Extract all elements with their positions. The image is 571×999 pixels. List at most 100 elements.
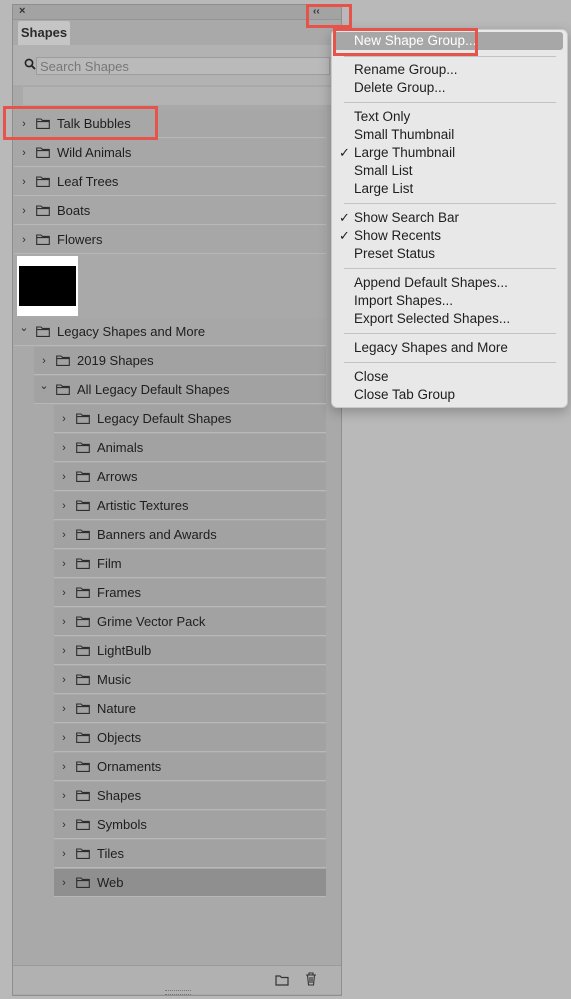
legacy-shape-group-row[interactable]: › Web: [54, 869, 326, 897]
close-icon[interactable]: ×: [19, 5, 25, 17]
menu-item-label: Rename Group...: [354, 62, 458, 77]
chevron-right-icon[interactable]: ›: [19, 168, 29, 196]
legacy-shape-group-row[interactable]: › Animals: [54, 434, 326, 462]
menu-item[interactable]: Delete Group...: [332, 79, 567, 97]
group-row[interactable]: › Boats: [14, 197, 326, 225]
menu-item-label: Small List: [354, 163, 413, 178]
chevron-right-icon[interactable]: ›: [59, 405, 69, 433]
chevron-right-icon[interactable]: ›: [59, 724, 69, 752]
legacy-shape-group-row[interactable]: › Film: [54, 550, 326, 578]
legacy-shape-group-row[interactable]: › Objects: [54, 724, 326, 752]
new-group-folder-icon[interactable]: [275, 974, 289, 986]
search-icon: [24, 58, 36, 70]
checkmark-icon: ✓: [339, 145, 350, 160]
checkmark-icon: ✓: [339, 210, 350, 225]
folder-label: Grime Vector Pack: [97, 614, 206, 629]
menu-item[interactable]: ✓ Show Recents: [332, 227, 567, 245]
folder-icon: [76, 529, 90, 540]
chevron-right-icon[interactable]: ›: [59, 695, 69, 723]
chevron-right-icon[interactable]: ›: [59, 753, 69, 781]
group-row[interactable]: › Flowers: [14, 226, 326, 254]
chevron-right-icon[interactable]: ›: [59, 521, 69, 549]
menu-item[interactable]: Import Shapes...: [332, 292, 567, 310]
legacy-shape-group-row[interactable]: › Banners and Awards: [54, 521, 326, 549]
legacy-shape-group-row[interactable]: › LightBulb: [54, 637, 326, 665]
trash-icon[interactable]: [305, 972, 317, 986]
folder-label: Nature: [97, 701, 137, 716]
legacy-shape-group-row[interactable]: › Legacy Default Shapes: [54, 405, 326, 433]
menu-item[interactable]: Preset Status: [332, 245, 567, 263]
menu-item[interactable]: ✓ Show Search Bar: [332, 209, 567, 227]
chevron-right-icon[interactable]: ›: [19, 226, 29, 254]
chevron-right-icon[interactable]: ›: [59, 637, 69, 665]
folder-label: Tiles: [97, 846, 124, 861]
chevron-right-icon[interactable]: ›: [19, 197, 29, 225]
group-row[interactable]: › Wild Animals: [14, 139, 326, 167]
folder-icon: [36, 205, 50, 216]
menu-item-label: Text Only: [354, 109, 411, 124]
subgroup-row[interactable]: ⌄ All Legacy Default Shapes: [34, 376, 326, 404]
chevron-right-icon[interactable]: ›: [59, 434, 69, 462]
shape-thumbnail[interactable]: [17, 256, 78, 316]
panel-title-bar: × ‹‹: [13, 5, 341, 20]
folder-label: Shapes: [97, 788, 142, 803]
search-input[interactable]: [36, 57, 330, 75]
chevron-right-icon[interactable]: ›: [59, 869, 69, 897]
menu-separator: [344, 56, 556, 57]
menu-item[interactable]: ✓ Large Thumbnail: [332, 144, 567, 162]
resize-grip[interactable]: [165, 990, 191, 995]
legacy-shape-group-row[interactable]: › Tiles: [54, 840, 326, 868]
legacy-shape-group-row[interactable]: › Symbols: [54, 811, 326, 839]
menu-item[interactable]: Append Default Shapes...: [332, 274, 567, 292]
folder-label: Web: [97, 875, 124, 890]
menu-item[interactable]: Small Thumbnail: [332, 126, 567, 144]
folder-icon: [76, 442, 90, 453]
menu-separator: [344, 203, 556, 204]
tab-shapes[interactable]: Shapes: [18, 21, 70, 45]
group-row[interactable]: › Leaf Trees: [14, 168, 326, 196]
legacy-shape-group-row[interactable]: › Shapes: [54, 782, 326, 810]
chevron-right-icon[interactable]: ›: [39, 347, 49, 375]
chevron-right-icon[interactable]: ›: [19, 139, 29, 167]
legacy-shape-group-row[interactable]: › Nature: [54, 695, 326, 723]
folder-icon: [76, 558, 90, 569]
chevron-right-icon[interactable]: ›: [59, 840, 69, 868]
shape-preview-black-rectangle: [19, 266, 76, 306]
chevron-down-icon[interactable]: ⌄: [19, 314, 29, 342]
legacy-shape-group-row[interactable]: › Grime Vector Pack: [54, 608, 326, 636]
chevron-right-icon[interactable]: ›: [59, 550, 69, 578]
menu-item[interactable]: Close: [332, 368, 567, 386]
subgroup-row[interactable]: › 2019 Shapes: [34, 347, 326, 375]
menu-item[interactable]: Close Tab Group: [332, 386, 567, 404]
folder-icon: [36, 147, 50, 158]
menu-item[interactable]: Legacy Shapes and More: [332, 339, 567, 357]
menu-separator: [344, 362, 556, 363]
chevron-down-icon[interactable]: ⌄: [39, 372, 49, 400]
folder-icon: [76, 587, 90, 598]
legacy-shape-group-row[interactable]: › Artistic Textures: [54, 492, 326, 520]
chevron-right-icon[interactable]: ›: [59, 608, 69, 636]
chevron-right-icon[interactable]: ›: [59, 666, 69, 694]
chevron-right-icon[interactable]: ›: [59, 463, 69, 491]
folder-label: Ornaments: [97, 759, 162, 774]
legacy-shape-group-row[interactable]: › Ornaments: [54, 753, 326, 781]
folder-label: Banners and Awards: [97, 527, 217, 542]
annotation-box-new-shape-group: [333, 28, 478, 56]
menu-item[interactable]: Small List: [332, 162, 567, 180]
menu-item[interactable]: Large List: [332, 180, 567, 198]
menu-item[interactable]: Export Selected Shapes...: [332, 310, 567, 328]
menu-item[interactable]: Rename Group...: [332, 61, 567, 79]
folder-icon: [76, 413, 90, 424]
folder-label: Wild Animals: [57, 145, 132, 160]
folder-label: Artistic Textures: [97, 498, 189, 513]
legacy-shape-group-row[interactable]: › Frames: [54, 579, 326, 607]
menu-item[interactable]: Text Only: [332, 108, 567, 126]
chevron-right-icon[interactable]: ›: [59, 811, 69, 839]
folder-label: Frames: [97, 585, 142, 600]
chevron-right-icon[interactable]: ›: [59, 782, 69, 810]
legacy-shape-group-row[interactable]: › Arrows: [54, 463, 326, 491]
group-row[interactable]: ⌄ Legacy Shapes and More: [14, 318, 326, 346]
chevron-right-icon[interactable]: ›: [59, 492, 69, 520]
chevron-right-icon[interactable]: ›: [59, 579, 69, 607]
legacy-shape-group-row[interactable]: › Music: [54, 666, 326, 694]
